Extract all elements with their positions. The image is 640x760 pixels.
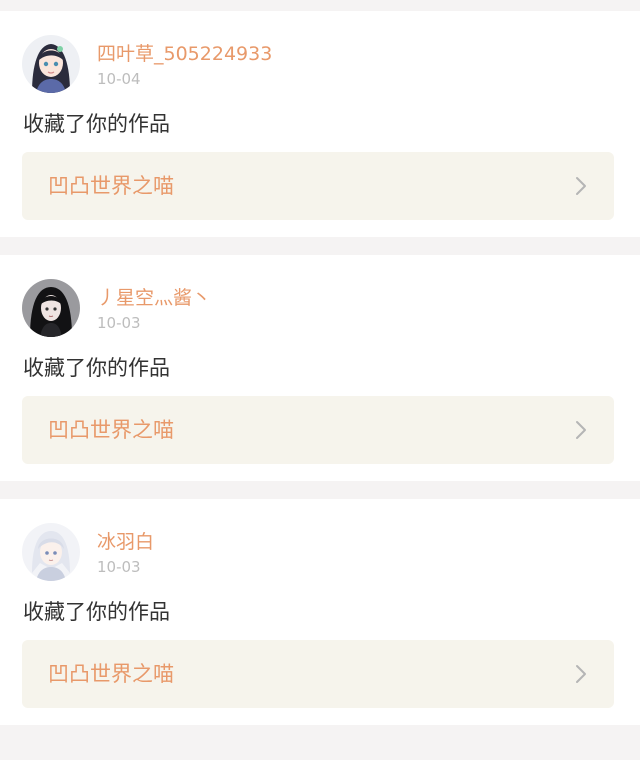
anime-girl-avatar-icon <box>22 279 80 337</box>
work-title: 凹凸世界之喵 <box>48 662 174 686</box>
username[interactable]: 四叶草_505224933 <box>97 43 272 65</box>
activity-text: 收藏了你的作品 <box>23 112 170 136</box>
timestamp: 10-03 <box>97 314 141 332</box>
anime-girl-avatar-icon <box>22 35 80 93</box>
chevron-right-icon <box>574 664 588 684</box>
activity-text: 收藏了你的作品 <box>23 600 170 624</box>
avatar[interactable] <box>22 523 80 581</box>
work-link-card[interactable]: 凹凸世界之喵 <box>22 396 614 464</box>
avatar[interactable] <box>22 35 80 93</box>
timestamp: 10-03 <box>97 558 141 576</box>
timestamp: 10-04 <box>97 70 141 88</box>
chevron-right-icon <box>574 420 588 440</box>
username[interactable]: 冰羽白 <box>97 531 154 553</box>
notification-card: 丿星空灬酱丶 10-03 收藏了你的作品 凹凸世界之喵 <box>0 255 640 481</box>
notification-feed: 四叶草_505224933 10-04 收藏了你的作品 凹凸世界之喵 丿星空灬酱… <box>0 0 640 760</box>
anime-boy-avatar-icon <box>22 523 80 581</box>
work-link-card[interactable]: 凹凸世界之喵 <box>22 640 614 708</box>
work-link-card[interactable]: 凹凸世界之喵 <box>22 152 614 220</box>
work-title: 凹凸世界之喵 <box>48 174 174 198</box>
work-title: 凹凸世界之喵 <box>48 418 174 442</box>
username[interactable]: 丿星空灬酱丶 <box>97 287 211 309</box>
chevron-right-icon <box>574 176 588 196</box>
notification-card: 四叶草_505224933 10-04 收藏了你的作品 凹凸世界之喵 <box>0 11 640 237</box>
activity-text: 收藏了你的作品 <box>23 356 170 380</box>
notification-card: 冰羽白 10-03 收藏了你的作品 凹凸世界之喵 <box>0 499 640 725</box>
avatar[interactable] <box>22 279 80 337</box>
